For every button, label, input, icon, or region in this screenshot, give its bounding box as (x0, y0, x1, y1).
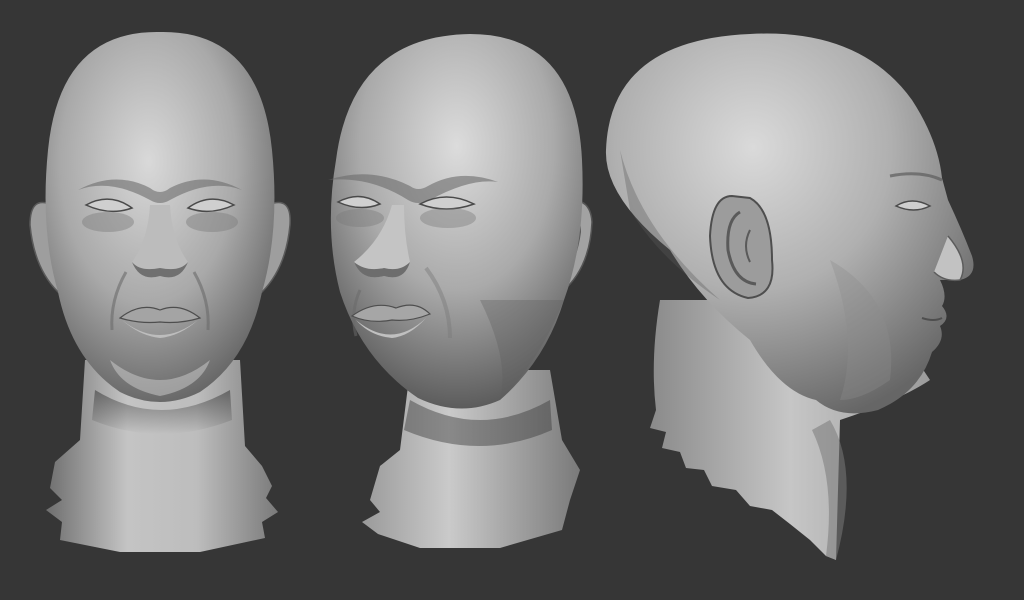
head-three-quarter-view (328, 34, 593, 548)
sculpt-viewport (0, 0, 1024, 600)
head-front-view (29, 31, 291, 552)
head-side-profile-view (605, 33, 974, 560)
